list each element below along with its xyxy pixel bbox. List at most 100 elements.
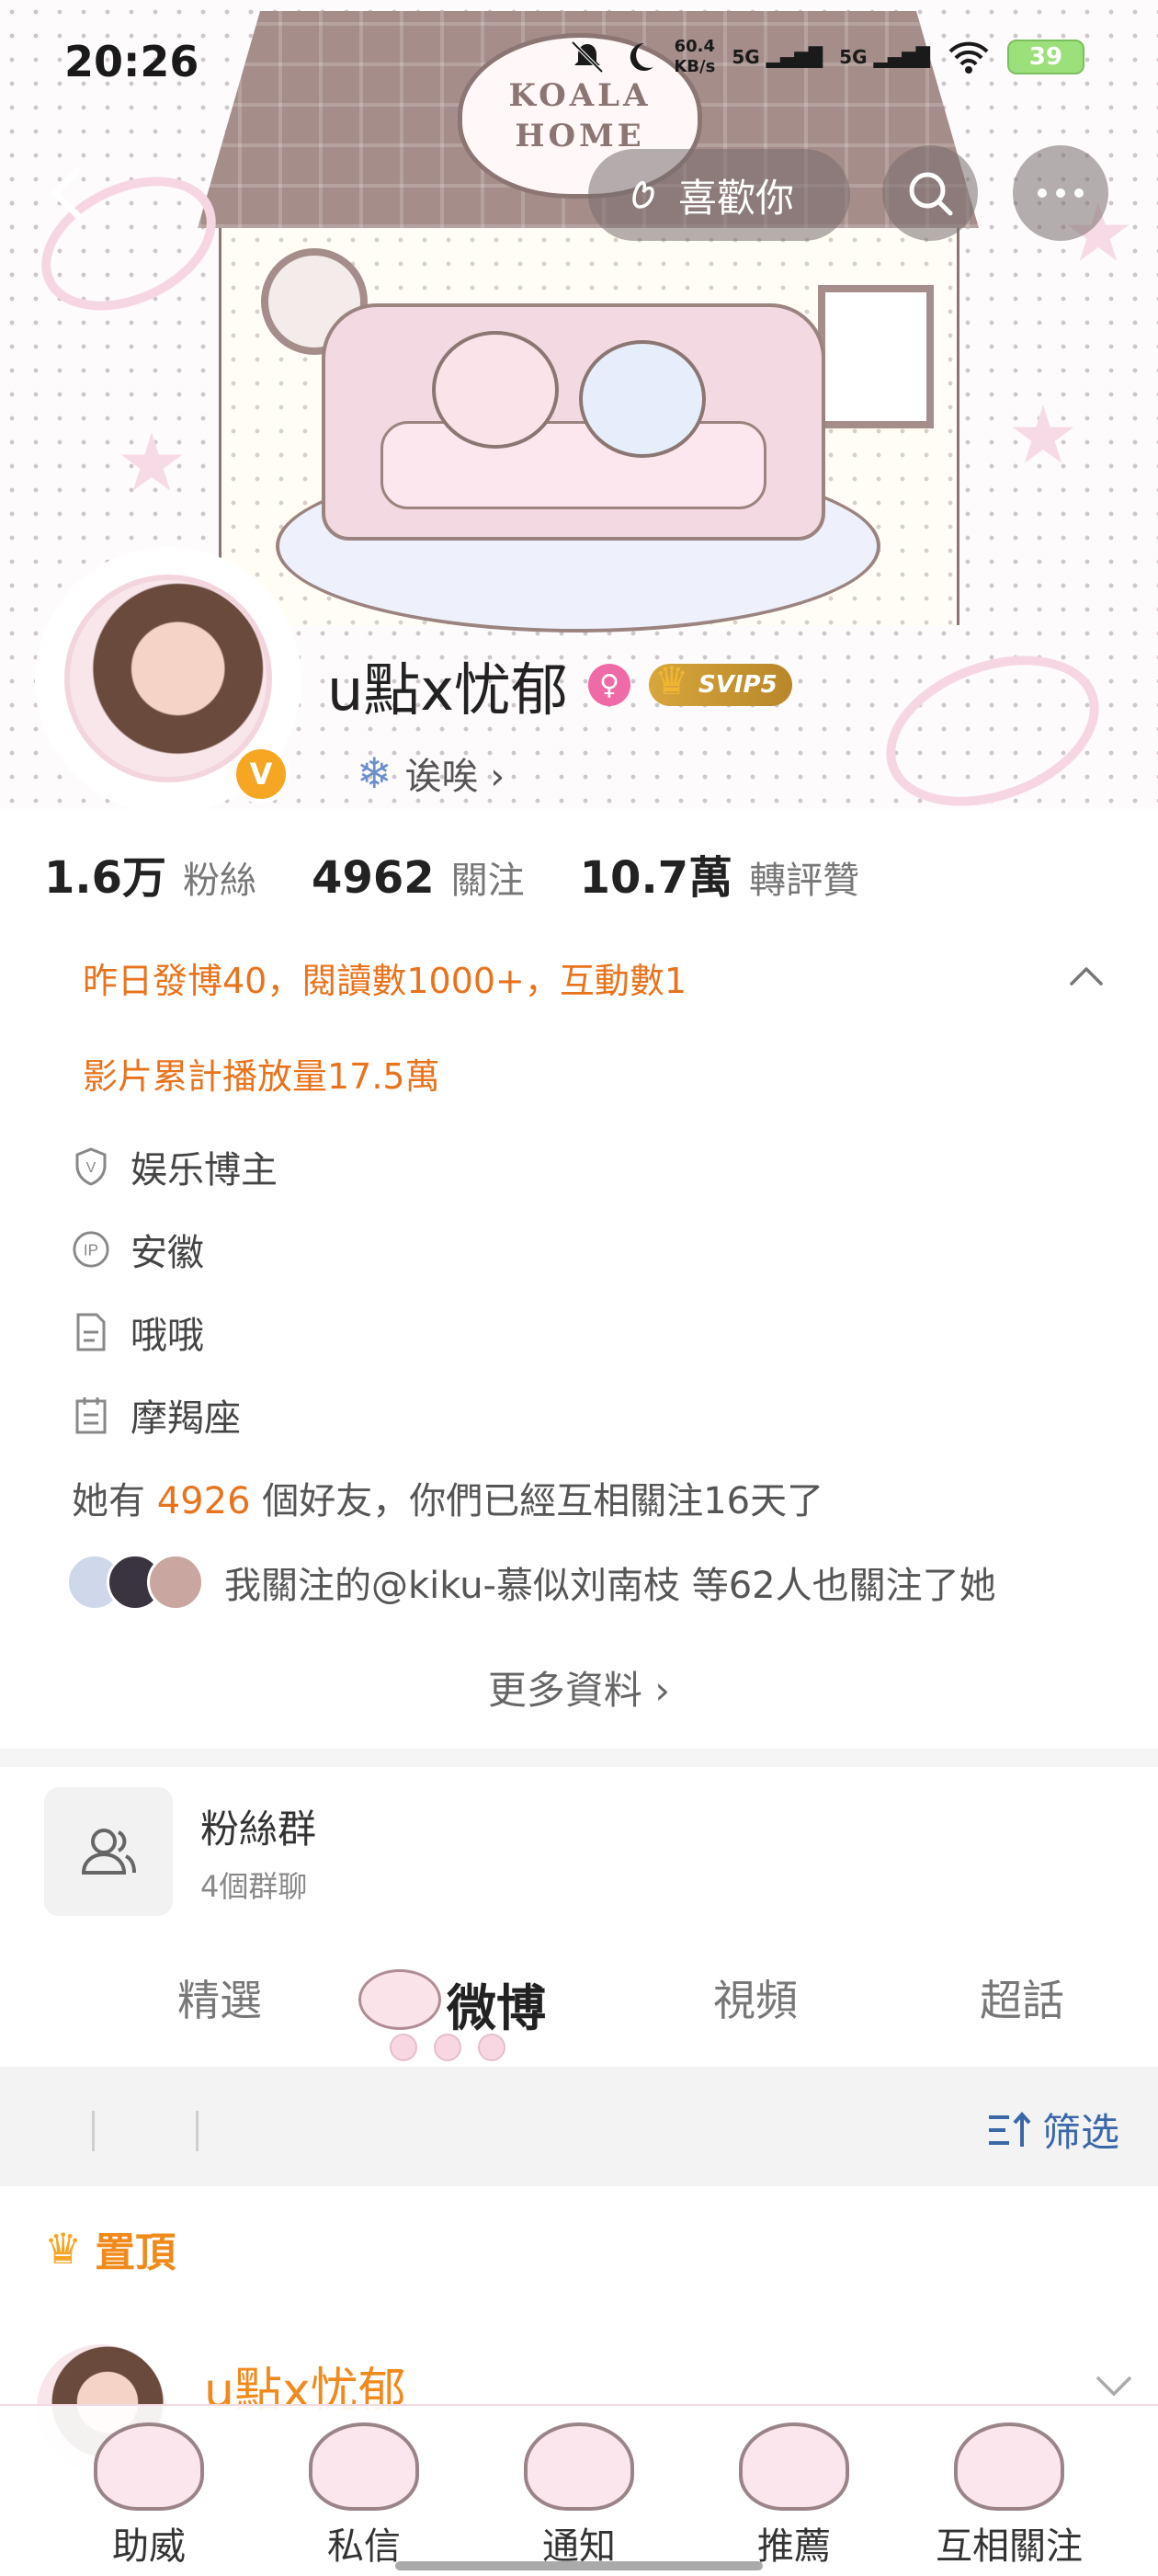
tab-featured[interactable]: 精選 [177, 1967, 262, 2028]
content-tabs: 精選 微博 視頻 超話 [0, 1949, 1158, 2061]
tab-videos[interactable]: 視頻 [713, 1967, 798, 2028]
like-you-button[interactable]: 喜歡你 [588, 149, 850, 241]
signal-5g-1: 5G ▂▄▆█ [732, 46, 823, 68]
pinned-header: ♛ 置頂 [44, 2219, 176, 2278]
svg-text:IP: IP [84, 1241, 98, 1260]
filter-button[interactable]: 筛选 [985, 2102, 1119, 2158]
stat-interactions-count: 10.7萬 [579, 852, 733, 904]
stat-interactions[interactable]: 10.7萬 轉評贊 [580, 841, 859, 906]
stat-following-count: 4962 [312, 852, 435, 904]
bottom-action-bar: 助威 私信 通知 推薦 互相關注 [0, 2404, 1158, 2576]
status-time: 20:26 [64, 37, 199, 86]
recommend-button[interactable]: 推薦 [693, 2406, 895, 2576]
mutual-avatars [66, 1554, 204, 1611]
ribbon-decoration [865, 628, 1120, 809]
like-you-label: 喜歡你 [678, 175, 795, 221]
search-button[interactable] [882, 145, 978, 241]
network-speed-unit: KB/s [674, 57, 716, 76]
active-tab-indicator [390, 2034, 505, 2061]
pinned-label: 置頂 [95, 2229, 176, 2276]
activity-summary: 昨日發博40，閱讀數1000+，互動數1 [83, 961, 687, 1001]
filter-placeholder-marks [92, 2111, 199, 2151]
filter-bar: 筛选 [0, 2067, 1158, 2186]
document-icon [72, 1313, 110, 1351]
crown-icon: ♛ [44, 2224, 83, 2274]
cheer-button[interactable]: 助威 [48, 2406, 250, 2576]
home-indicator[interactable] [395, 2561, 763, 2570]
cover-koala-blue [579, 340, 706, 458]
video-play-count: 影片累計播放量17.5萬 [83, 1056, 440, 1097]
tab-weibo[interactable]: 微博 [447, 1967, 546, 2040]
cover-picture-frame [818, 285, 934, 428]
status-bar: 20:26 60.4 KB/s 5G ▂▄▆█ 5G ▂▄▆█ 39 [0, 28, 1158, 101]
profile-username: u點x忧郁 [327, 656, 568, 724]
fan-group-name: 粉絲群 [200, 1806, 317, 1852]
notify-button[interactable]: 通知 [478, 2406, 680, 2576]
star-decoration [1012, 405, 1074, 463]
friends-count: 4926 [156, 1480, 251, 1522]
stat-interactions-label: 轉評贊 [749, 860, 860, 902]
info-zodiac-text: 摩羯座 [131, 1397, 241, 1440]
more-info-link[interactable]: 更多資料 › [0, 1659, 1158, 1715]
cheer-icon [94, 2422, 204, 2511]
stat-following[interactable]: 4962 關注 [312, 850, 525, 904]
info-zodiac: 摩羯座 [72, 1388, 241, 1442]
hand-heart-icon [632, 180, 654, 209]
more-dots-icon [1038, 188, 1084, 198]
search-icon [909, 172, 953, 216]
bell-icon [524, 2422, 634, 2511]
info-intro-text: 哦哦 [131, 1315, 204, 1357]
info-ip: IP 安徽 [72, 1223, 204, 1276]
fan-group-count: 4個群聊 [200, 1868, 308, 1904]
info-category: V 娱乐博主 [72, 1140, 278, 1193]
crown-icon: ♛ [654, 658, 689, 703]
chevron-up-icon[interactable] [1066, 956, 1107, 997]
avatar [147, 1554, 204, 1611]
verified-badge-icon: V [232, 745, 290, 804]
info-ip-text: 安徽 [131, 1232, 204, 1274]
mutual-follow-row[interactable]: 我關注的@kiku-慕似刘南枝 等62人也關注了她 [66, 1554, 996, 1611]
mutual-follow-label: 互相關注 [936, 2525, 1083, 2568]
network-speed: 60.4 KB/s [674, 37, 715, 77]
sort-filter-icon [988, 2111, 1031, 2147]
tab-super-topic[interactable]: 超話 [980, 1967, 1064, 2028]
bio-text: 诶唉 › [404, 756, 505, 798]
ip-location-icon: IP [72, 1230, 110, 1269]
network-speed-value: 60.4 [674, 37, 716, 56]
cover-sofa [322, 303, 825, 541]
mutual-follow-icon [954, 2422, 1064, 2511]
stat-fans-label: 粉絲 [183, 860, 257, 902]
mutual-follow-button[interactable]: 互相關注 [908, 2406, 1110, 2576]
profile-bio[interactable]: ❄ 诶唉 › [357, 747, 505, 800]
section-divider [0, 1749, 1158, 1767]
signal-5g-2: 5G ▂▄▆█ [839, 46, 930, 68]
cheer-label: 助威 [112, 2525, 186, 2568]
calendar-icon [72, 1396, 110, 1434]
battery-indicator: 39 [1007, 40, 1084, 74]
chevron-down-icon[interactable] [1094, 2372, 1134, 2399]
friends-suffix: 個好友，你們已經互相關注16天了 [250, 1480, 824, 1522]
friends-prefix: 她有 [72, 1480, 157, 1522]
stat-following-label: 關注 [450, 860, 525, 902]
svip-label: SVIP5 [698, 671, 778, 699]
group-users-icon [44, 1787, 173, 1916]
more-options-button[interactable] [1013, 145, 1108, 241]
mute-bell-icon [571, 40, 604, 74]
message-button[interactable]: 私信 [263, 2406, 465, 2576]
female-gender-icon: ♀ [588, 664, 630, 706]
back-arrow-icon[interactable] [37, 161, 101, 225]
mutual-follow-text: 我關注的@kiku-慕似刘南枝 等62人也關注了她 [224, 1565, 996, 1607]
profile-stats: 1.6万 粉絲 4962 關注 10.7萬 轉評贊 [44, 841, 914, 906]
stat-fans[interactable]: 1.6万 粉絲 [44, 841, 256, 906]
snowflake-icon: ❄ [357, 748, 392, 798]
shield-icon: V [72, 1147, 110, 1186]
svip-badge[interactable]: ♛ SVIP5 [649, 658, 792, 706]
moon-icon [630, 42, 654, 71]
svg-text:V: V [86, 1160, 96, 1176]
recommend-label: 推薦 [757, 2525, 831, 2568]
star-decoration [120, 432, 183, 491]
envelope-icon [309, 2422, 419, 2511]
fan-group-row[interactable]: 粉絲群 4個群聊 [44, 1787, 316, 1916]
stat-fans-count: 1.6万 [44, 852, 167, 904]
friends-summary: 她有 4926 個好友，你們已經互相關注16天了 [72, 1471, 823, 1524]
